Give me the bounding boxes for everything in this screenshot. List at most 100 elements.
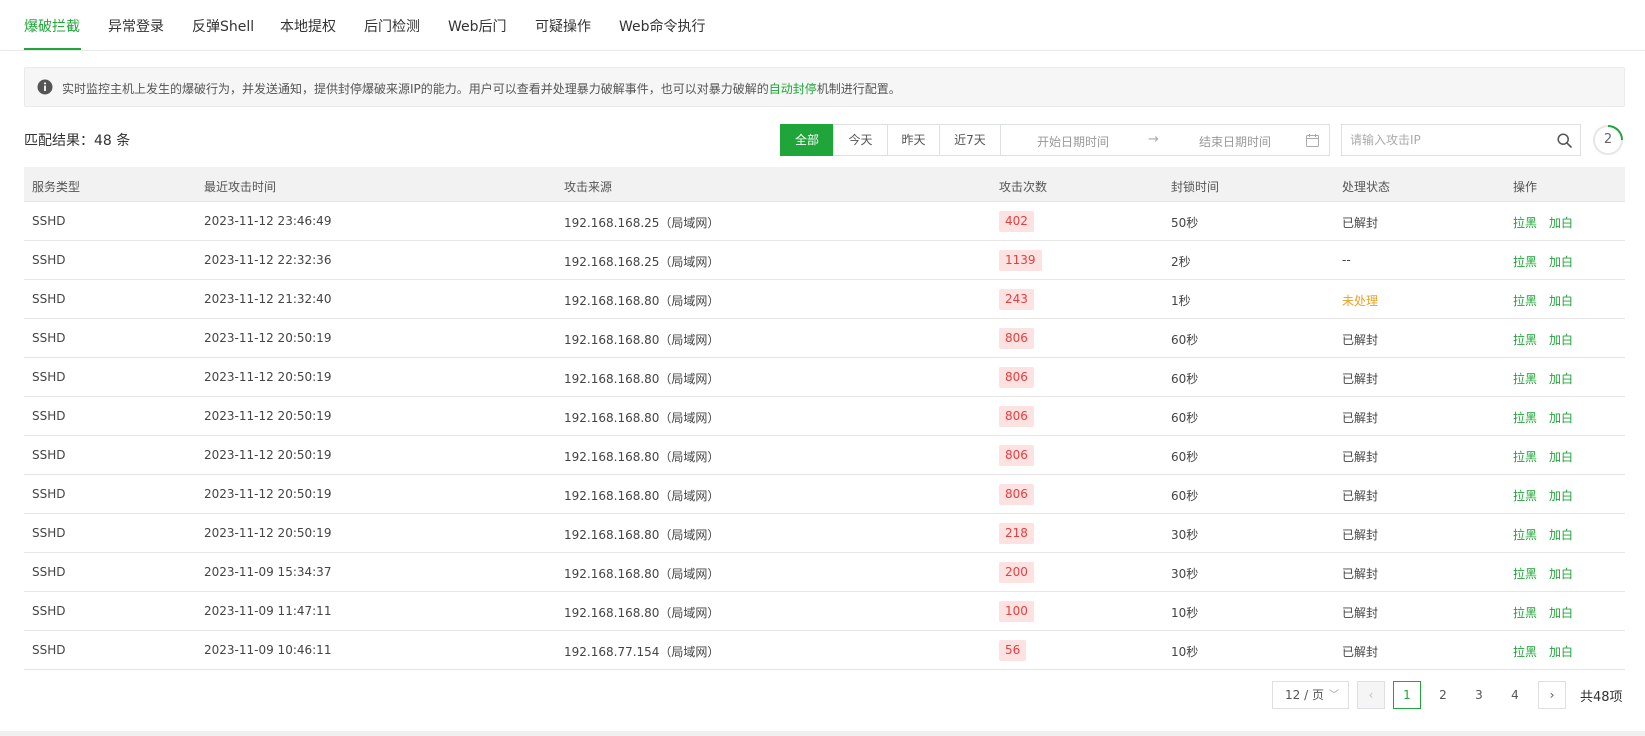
header-last-attack-time: 最近攻击时间 — [204, 180, 277, 194]
blacklist-link[interactable]: 拉黑 — [1513, 214, 1537, 231]
service-type-cell: SSHD — [32, 331, 66, 345]
whitelist-link[interactable]: 加白 — [1549, 409, 1573, 426]
attack-time-cell: 2023-11-09 11:47:11 — [204, 604, 332, 618]
date-end-input[interactable]: 结束日期时间 — [1199, 133, 1271, 150]
date-start-input[interactable]: 开始日期时间 — [1037, 133, 1109, 150]
page-3-button[interactable]: 3 — [1465, 681, 1493, 709]
blacklist-link[interactable]: 拉黑 — [1513, 409, 1537, 426]
whitelist-link[interactable]: 加白 — [1549, 565, 1573, 582]
tab-web-command-exec[interactable]: Web命令执行 — [619, 16, 706, 36]
status-cell: 已解封 — [1342, 450, 1379, 464]
whitelist-link[interactable]: 加白 — [1549, 643, 1573, 660]
auto-block-link[interactable]: 自动封停 — [769, 82, 817, 96]
blacklist-link[interactable]: 拉黑 — [1513, 487, 1537, 504]
blacklist-link[interactable]: 拉黑 — [1513, 526, 1537, 543]
table-row: SSHD 2023-11-12 22:32:36 192.168.168.25（局域… — [24, 241, 1625, 280]
table-row: SSHD 2023-11-12 20:50:19 192.168.168.80（局域… — [24, 436, 1625, 475]
blacklist-link[interactable]: 拉黑 — [1513, 292, 1537, 309]
whitelist-link[interactable]: 加白 — [1549, 214, 1573, 231]
block-time-cell: 60秒 — [1171, 411, 1199, 425]
prev-page-button[interactable]: ‹ — [1357, 681, 1385, 709]
table-row: SSHD 2023-11-09 15:34:37 192.168.168.80（局域… — [24, 553, 1625, 592]
blacklist-link[interactable]: 拉黑 — [1513, 565, 1537, 582]
whitelist-link[interactable]: 加白 — [1549, 331, 1573, 348]
attack-time-cell: 2023-11-12 20:50:19 — [204, 370, 332, 384]
status-cell: 已解封 — [1342, 645, 1379, 659]
header-block-time: 封锁时间 — [1171, 180, 1220, 194]
search-icon[interactable] — [1557, 133, 1572, 148]
tab-backdoor-detection[interactable]: 后门检测 — [364, 16, 420, 36]
tab-abnormal-login[interactable]: 异常登录 — [108, 16, 164, 36]
block-time-cell: 60秒 — [1171, 489, 1199, 503]
attack-count-badge: 806 — [999, 367, 1034, 388]
whitelist-link[interactable]: 加白 — [1549, 370, 1573, 387]
whitelist-link[interactable]: 加白 — [1549, 604, 1573, 621]
whitelist-link[interactable]: 加白 — [1549, 253, 1573, 270]
calendar-icon — [1306, 134, 1319, 147]
attack-count-badge: 218 — [999, 523, 1034, 544]
attack-time-cell: 2023-11-09 15:34:37 — [204, 565, 332, 579]
block-time-cell: 50秒 — [1171, 216, 1199, 230]
page-4-button[interactable]: 4 — [1501, 681, 1529, 709]
page-1-button[interactable]: 1 — [1393, 681, 1421, 709]
attack-source-cell: 192.168.168.80（局域网） — [564, 372, 720, 386]
tab-reverse-shell[interactable]: 反弹Shell — [192, 16, 254, 36]
whitelist-link[interactable]: 加白 — [1549, 487, 1573, 504]
date-range-picker[interactable]: 开始日期时间 → 结束日期时间 — [1000, 124, 1330, 156]
blacklist-link[interactable]: 拉黑 — [1513, 370, 1537, 387]
status-cell: 已解封 — [1342, 489, 1379, 503]
table-row: SSHD 2023-11-12 20:50:19 192.168.168.80（局域… — [24, 319, 1625, 358]
tab-suspicious-operation[interactable]: 可疑操作 — [535, 16, 591, 36]
table-row: SSHD 2023-11-12 20:50:19 192.168.168.80（局域… — [24, 475, 1625, 514]
attack-source-cell: 192.168.168.25（局域网） — [564, 216, 720, 230]
attack-table: 服务类型 最近攻击时间 攻击来源 攻击次数 封锁时间 处理状态 操作 SSHD 2… — [24, 167, 1625, 670]
tab-web-backdoor[interactable]: Web后门 — [448, 16, 507, 36]
attack-count-badge: 200 — [999, 562, 1034, 583]
info-banner: 实时监控主机上发生的爆破行为，并发送通知，提供封停爆破来源IP的能力。用户可以查… — [24, 67, 1625, 107]
whitelist-link[interactable]: 加白 — [1549, 526, 1573, 543]
match-result: 匹配结果：48 条 — [24, 133, 131, 149]
table-row: SSHD 2023-11-12 20:50:19 192.168.168.80（局域… — [24, 358, 1625, 397]
attack-source-cell: 192.168.168.80（局域网） — [564, 606, 720, 620]
block-time-cell: 60秒 — [1171, 450, 1199, 464]
tab-brute-force-block[interactable]: 爆破拦截 — [24, 16, 80, 36]
blacklist-link[interactable]: 拉黑 — [1513, 331, 1537, 348]
table-row: SSHD 2023-11-12 20:50:19 192.168.168.80（局域… — [24, 514, 1625, 553]
attack-count-badge: 56 — [999, 640, 1027, 661]
blacklist-link[interactable]: 拉黑 — [1513, 253, 1537, 270]
page-size-label: 12 / 页 — [1285, 688, 1324, 702]
block-time-cell: 30秒 — [1171, 528, 1199, 542]
refresh-countdown-button[interactable]: 2 — [1592, 124, 1624, 156]
attack-time-cell: 2023-11-12 20:50:19 — [204, 526, 332, 540]
service-type-cell: SSHD — [32, 409, 66, 423]
page-2-button[interactable]: 2 — [1429, 681, 1457, 709]
attack-count-badge: 402 — [999, 211, 1034, 232]
active-tab-indicator — [24, 48, 81, 50]
status-cell: -- — [1342, 253, 1351, 267]
info-text: 实时监控主机上发生的爆破行为，并发送通知，提供封停爆破来源IP的能力。用户可以查… — [62, 80, 901, 97]
range-all-button[interactable]: 全部 — [780, 124, 834, 156]
blacklist-link[interactable]: 拉黑 — [1513, 448, 1537, 465]
range-yesterday-button[interactable]: 昨天 — [887, 124, 940, 156]
whitelist-link[interactable]: 加白 — [1549, 448, 1573, 465]
header-attack-count: 攻击次数 — [999, 180, 1048, 194]
block-time-cell: 2秒 — [1171, 255, 1191, 269]
table-row: SSHD 2023-11-12 23:46:49 192.168.168.25（局域… — [24, 202, 1625, 241]
next-page-button[interactable]: › — [1538, 681, 1566, 709]
service-type-cell: SSHD — [32, 604, 66, 618]
info-text-after: 机制进行配置。 — [816, 82, 901, 96]
tab-local-privilege-escalation[interactable]: 本地提权 — [280, 16, 336, 36]
page-size-select[interactable]: 12 / 页 ﹀ — [1272, 681, 1349, 709]
block-time-cell: 30秒 — [1171, 567, 1199, 581]
status-cell: 已解封 — [1342, 372, 1379, 386]
blacklist-link[interactable]: 拉黑 — [1513, 604, 1537, 621]
range-today-button[interactable]: 今天 — [833, 124, 888, 156]
total-count: 共48项 — [1580, 690, 1623, 705]
whitelist-link[interactable]: 加白 — [1549, 292, 1573, 309]
attack-time-cell: 2023-11-09 10:46:11 — [204, 643, 332, 657]
blacklist-link[interactable]: 拉黑 — [1513, 643, 1537, 660]
info-icon — [37, 79, 53, 95]
service-type-cell: SSHD — [32, 565, 66, 579]
range-7days-button[interactable]: 近7天 — [939, 124, 1001, 156]
attack-ip-search-input[interactable] — [1342, 125, 1552, 155]
